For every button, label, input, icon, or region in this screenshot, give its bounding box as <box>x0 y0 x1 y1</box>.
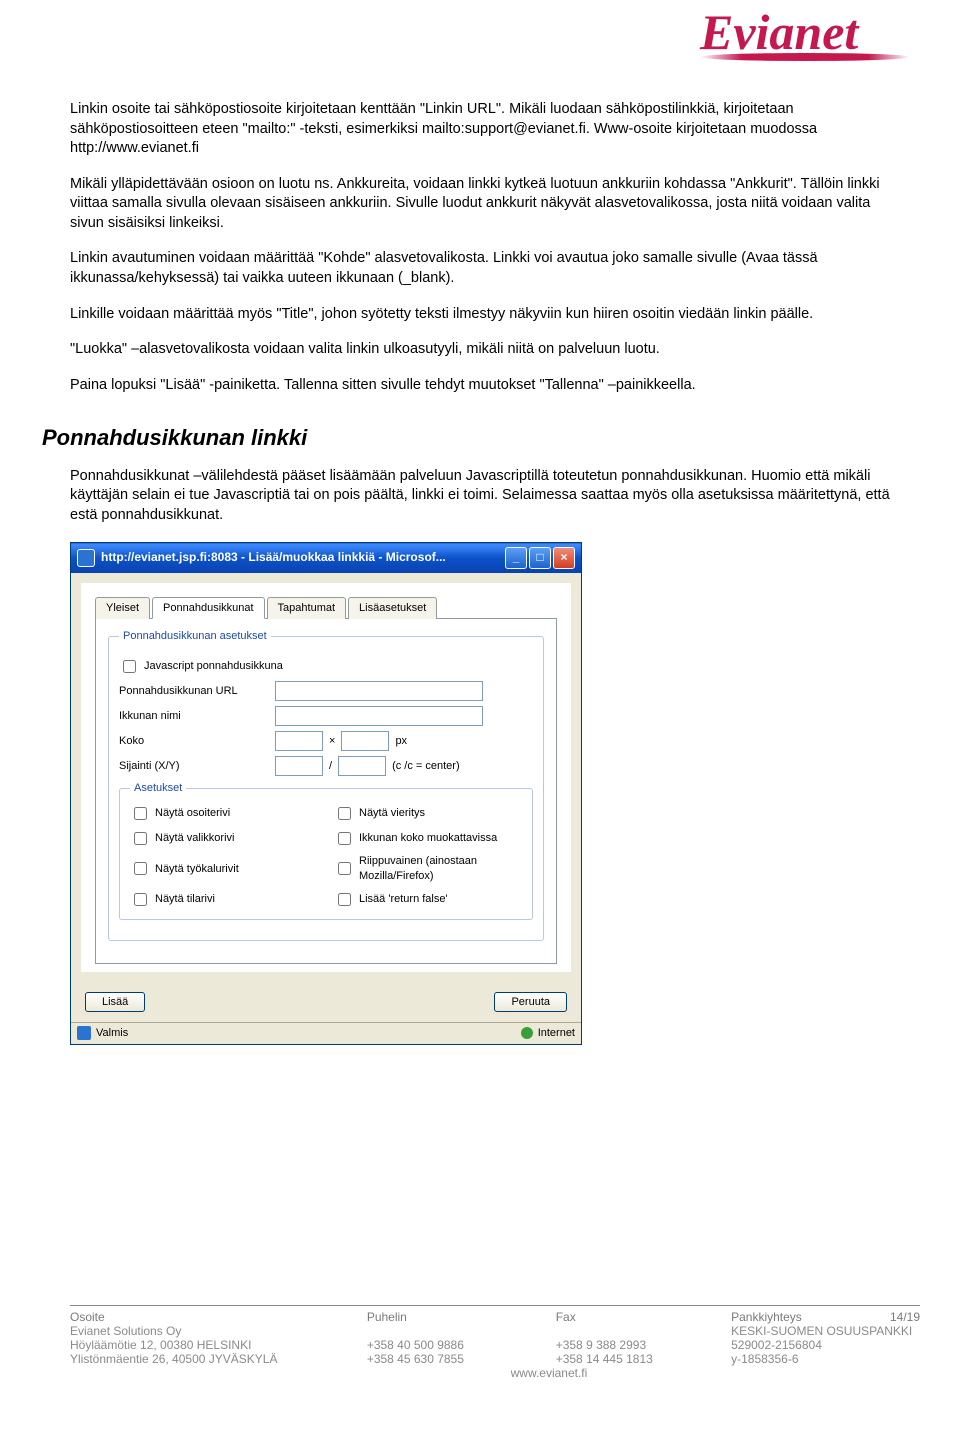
checkbox-show-toolbars[interactable] <box>134 862 147 875</box>
minimize-button[interactable]: _ <box>505 547 527 569</box>
paragraph-3: Linkin avautuminen voidaan määrittää "Ko… <box>70 249 890 288</box>
checkbox-show-menubar[interactable] <box>134 832 147 845</box>
tab-ponnahdusikkunat[interactable]: Ponnahdusikkunat <box>152 597 265 620</box>
dialog-title: http://evianet.jsp.fi:8083 - Lisää/muokk… <box>101 549 499 565</box>
label-show-statusbar: Näytä tilarivi <box>155 892 215 907</box>
label-resizable: Ikkunan koko muokattavissa <box>359 831 497 846</box>
input-pos-x[interactable] <box>275 756 323 776</box>
input-pos-y[interactable] <box>338 756 386 776</box>
checkbox-show-scroll[interactable] <box>338 807 351 820</box>
maximize-button[interactable]: □ <box>529 547 551 569</box>
section-heading-popup-link: Ponnahdusikkunan linkki <box>42 423 890 453</box>
dialog-tabs: Yleiset Ponnahdusikkunat Tapahtumat Lisä… <box>95 597 557 620</box>
pos-sep: / <box>329 759 332 774</box>
fieldset-popup-settings: Ponnahdusikkunan asetukset Javascript po… <box>108 629 544 940</box>
popup-dialog: http://evianet.jsp.fi:8083 - Lisää/muokk… <box>70 542 582 1045</box>
label-show-toolbars: Näytä työkalurivit <box>155 862 239 877</box>
label-position: Sijainti (X/Y) <box>119 759 269 774</box>
checkbox-dependent[interactable] <box>338 862 351 875</box>
paragraph-6: Paina lopuksi "Lisää" -painiketta. Talle… <box>70 376 890 396</box>
paragraph-4: Linkille voidaan määrittää myös "Title",… <box>70 305 890 325</box>
page-number: 14/19 <box>890 1310 920 1324</box>
ie-icon <box>77 549 95 567</box>
checkbox-js-popup[interactable] <box>123 660 136 673</box>
close-button[interactable]: × <box>553 547 575 569</box>
footer-fax2: +358 14 445 1813 <box>556 1352 731 1366</box>
footer-tel1: +358 40 500 9886 <box>367 1338 556 1352</box>
footer-acct1: 529002-2156804 <box>731 1338 920 1352</box>
ie-page-icon <box>77 1026 91 1040</box>
size-sep: × <box>329 734 335 749</box>
logo-text: Evianet <box>700 10 920 55</box>
label-window-name: Ikkunan nimi <box>119 709 269 724</box>
input-popup-url[interactable] <box>275 681 483 701</box>
footer-acct2: y-1858356-6 <box>731 1352 920 1366</box>
label-size: Koko <box>119 734 269 749</box>
footer-bank: KESKI-SUOMEN OSUUSPANKKI <box>731 1324 920 1338</box>
paragraph-1: Linkin osoite tai sähköpostiosoite kirjo… <box>70 100 890 159</box>
tab-yleiset[interactable]: Yleiset <box>95 597 150 620</box>
checkbox-return-false[interactable] <box>338 893 351 906</box>
label-popup-url: Ponnahdusikkunan URL <box>119 684 269 699</box>
cancel-button[interactable]: Peruuta <box>494 992 567 1012</box>
footer-addr1: Höyläämötie 12, 00380 HELSINKI <box>70 1338 367 1352</box>
checkbox-show-statusbar[interactable] <box>134 893 147 906</box>
brand-logo: Evianet <box>700 10 920 80</box>
footer-h-puhelin: Puhelin <box>367 1310 556 1324</box>
footer-addr2: Ylistönmäentie 26, 40500 JYVÄSKYLÄ <box>70 1352 367 1366</box>
checkbox-resizable[interactable] <box>338 832 351 845</box>
page-footer: Osoite Puhelin Fax Pankkiyhteys 14/19 Ev… <box>70 1305 920 1380</box>
label-show-scroll: Näytä vieritys <box>359 806 425 821</box>
legend-popup-settings: Ponnahdusikkunan asetukset <box>119 629 271 644</box>
label-dependent: Riippuvainen (ainostaan Mozilla/Firefox) <box>359 854 522 884</box>
footer-h-pankki: Pankkiyhteys <box>731 1310 802 1324</box>
footer-divider <box>70 1305 920 1306</box>
footer-company: Evianet Solutions Oy <box>70 1324 367 1338</box>
section-paragraph: Ponnahdusikkunat –välilehdestä pääset li… <box>70 467 890 526</box>
paragraph-2: Mikäli ylläpidettävään osioon on luotu n… <box>70 175 890 234</box>
tab-panel: Ponnahdusikkunan asetukset Javascript po… <box>95 618 557 963</box>
input-window-name[interactable] <box>275 706 483 726</box>
footer-fax1: +358 9 388 2993 <box>556 1338 731 1352</box>
fieldset-options: Asetukset Näytä osoiterivi Näytä vierity… <box>119 781 533 920</box>
footer-tel2: +358 45 630 7855 <box>367 1352 556 1366</box>
dialog-footer: Lisää Peruuta <box>71 982 581 1022</box>
pos-note: (c /c = center) <box>392 759 460 774</box>
status-ready: Valmis <box>96 1026 128 1041</box>
input-size-h[interactable] <box>341 731 389 751</box>
footer-url: www.evianet.fi <box>367 1366 731 1380</box>
paragraph-5: "Luokka" –alasvetovalikosta voidaan vali… <box>70 340 890 360</box>
checkbox-show-addressbar[interactable] <box>134 807 147 820</box>
size-unit: px <box>395 734 407 749</box>
dialog-statusbar: Valmis Internet <box>71 1022 581 1044</box>
footer-h-fax: Fax <box>556 1310 731 1324</box>
label-show-menubar: Näytä valikkorivi <box>155 831 234 846</box>
label-js-popup: Javascript ponnahdusikkuna <box>144 659 283 674</box>
input-size-w[interactable] <box>275 731 323 751</box>
legend-options: Asetukset <box>130 781 186 796</box>
status-zone: Internet <box>538 1026 575 1041</box>
label-return-false: Lisää 'return false' <box>359 892 448 907</box>
tab-tapahtumat[interactable]: Tapahtumat <box>267 597 346 620</box>
document-body: Linkin osoite tai sähköpostiosoite kirjo… <box>70 100 890 1045</box>
label-show-addressbar: Näytä osoiterivi <box>155 806 230 821</box>
insert-button[interactable]: Lisää <box>85 992 145 1012</box>
tab-lisaasetukset[interactable]: Lisäasetukset <box>348 597 437 620</box>
footer-h-osoite: Osoite <box>70 1310 367 1324</box>
globe-icon <box>521 1027 533 1039</box>
dialog-titlebar[interactable]: http://evianet.jsp.fi:8083 - Lisää/muokk… <box>71 543 581 573</box>
